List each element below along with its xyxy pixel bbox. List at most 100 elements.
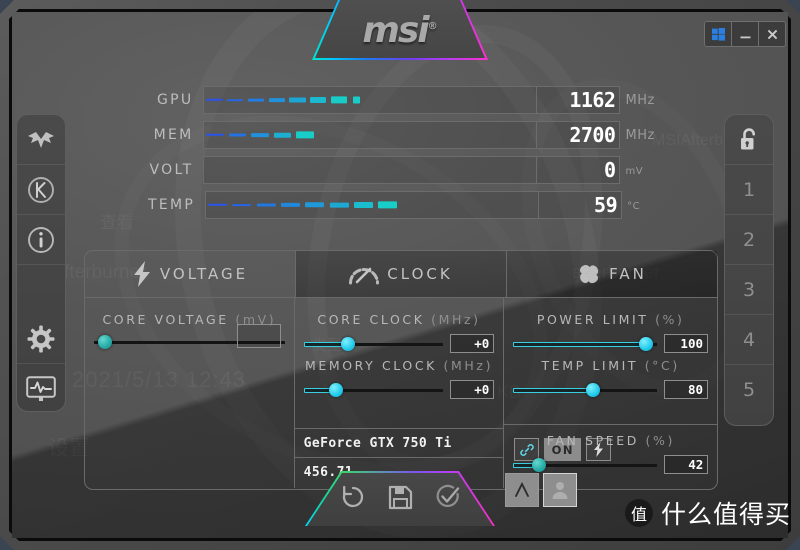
temp-limit-value-box[interactable]: 80 (664, 380, 708, 399)
fan-speed-value-box[interactable]: 42 (664, 455, 709, 474)
sidebar-item-info[interactable] (17, 215, 65, 265)
tab-voltage[interactable]: VOLTAGE (85, 251, 296, 297)
fan-user-button[interactable] (543, 473, 577, 507)
sidebar-item-kombustor[interactable] (17, 165, 65, 215)
profile-slot-3[interactable]: 3 (725, 265, 773, 315)
monitor-label: MEM (153, 127, 194, 143)
bar-segment (329, 202, 349, 208)
fan-icon (580, 264, 599, 284)
core-voltage-value-box[interactable] (236, 324, 281, 348)
bottom-toolbar-icons (306, 484, 494, 515)
memory-clock-slider-row: +0 (295, 380, 504, 399)
bar-segment (305, 202, 325, 208)
core-clock-slider[interactable] (303, 336, 444, 352)
power-limit-control: POWER LIMIT (%) 100 (504, 312, 717, 353)
memory-clock-control: MEMORY CLOCK (MHz) +0 (295, 358, 504, 399)
reset-button[interactable] (340, 484, 366, 515)
gpu-bar (203, 86, 538, 114)
tab-label: CLOCK (387, 265, 453, 283)
bar-segment (247, 98, 265, 102)
watermark-text: 什么值得买 (661, 500, 792, 529)
temp-unit: °C (627, 200, 641, 212)
settings-gear-icon (27, 325, 55, 352)
core-clock-slider-row: +0 (295, 334, 504, 353)
monitor-row-volt: VOLT 0 mV (148, 156, 660, 184)
auto-letter-icon (515, 481, 529, 497)
bar-segment (289, 97, 306, 103)
volt-bar (203, 156, 538, 184)
bar-segment (296, 131, 314, 139)
bar-segment (273, 132, 292, 138)
memory-clock-label: MEMORY CLOCK (MHz) (304, 358, 494, 373)
temp-limit-label: TEMP LIMIT (°C) (541, 358, 680, 373)
monitor-label: GPU (157, 92, 194, 108)
monitor-row-temp: TEMP 59 °C (148, 191, 660, 219)
profile-slot-1[interactable]: 1 (725, 165, 773, 215)
sidebar-item-monitor[interactable] (17, 364, 65, 413)
power-limit-slider-row: 100 (504, 334, 717, 353)
fan-mode-buttons (505, 473, 577, 507)
memory-clock-value-box[interactable]: +0 (450, 380, 495, 399)
temp-limit-value: 80 (687, 382, 703, 397)
profile-lock-button[interactable] (725, 115, 773, 165)
profile-slot-4[interactable]: 4 (725, 315, 773, 365)
power-limit-value: 100 (680, 336, 703, 351)
monitor-row-gpu: GPU 1162 MHz (148, 86, 660, 114)
control-columns: CORE VOLTAGE (mV) CORE CLOCK (MHz) +0 ME… (85, 298, 718, 488)
bar-segment (256, 203, 276, 207)
sidebar-item-msi-dragon[interactable] (17, 115, 65, 165)
core-clock-control: CORE CLOCK (MHz) +0 (295, 312, 504, 353)
save-button[interactable] (388, 485, 413, 515)
watermark-badge: 值 (625, 499, 653, 527)
core-clock-value: +0 (474, 336, 490, 351)
left-sidebar (16, 114, 66, 412)
apply-button[interactable] (435, 484, 461, 515)
bar-segment (352, 96, 360, 104)
gauge-icon (349, 267, 380, 285)
slider-knob[interactable] (97, 335, 112, 349)
temp-limit-slider-row: 80 (504, 380, 717, 399)
bar-segment (206, 99, 223, 101)
kombustor-k-icon (28, 176, 54, 203)
msi-dragon-icon (28, 131, 54, 148)
fan-auto-button[interactable] (505, 473, 539, 507)
monitoring-panel: GPU 1162 MHz MEM 2700 MHz VOLT 0 mV TEMP… (148, 86, 660, 226)
bar-segment (354, 201, 374, 209)
person-icon (552, 482, 568, 499)
windows-logo-button[interactable] (705, 22, 732, 46)
lightning-icon (133, 261, 150, 287)
unlock-icon (741, 127, 755, 149)
sidebar-item-settings[interactable] (17, 314, 65, 364)
memory-clock-slider[interactable] (303, 382, 444, 398)
tab-bar: VOLTAGE CLOCK FAN (85, 251, 717, 297)
power-limit-slider[interactable] (513, 336, 657, 352)
close-button[interactable] (759, 22, 785, 46)
slider-knob[interactable] (639, 336, 654, 351)
core-clock-value-box[interactable]: +0 (450, 334, 495, 353)
bar-segment (208, 204, 228, 206)
bar-segment (228, 133, 247, 137)
monitor-row-mem: MEM 2700 MHz (148, 121, 660, 149)
gpu-name: GeForce GTX 750 Ti (294, 428, 504, 457)
tab-clock[interactable]: CLOCK (296, 251, 507, 297)
monitor-label: TEMP (148, 197, 196, 213)
power-limit-value-box[interactable]: 100 (664, 334, 708, 353)
slider-knob[interactable] (341, 336, 356, 351)
slider-knob[interactable] (585, 382, 600, 397)
window-controls (704, 21, 786, 47)
minimize-button[interactable] (732, 22, 759, 46)
temp-limit-slider[interactable] (513, 382, 657, 398)
profile-slot-2[interactable]: 2 (725, 215, 773, 265)
volt-unit: mV (625, 165, 644, 177)
slider-knob[interactable] (531, 457, 546, 472)
tab-fan[interactable]: FAN (507, 251, 717, 297)
mem-unit: MHz (625, 127, 655, 143)
fan-speed-value: 42 (688, 457, 704, 472)
profile-slot-5[interactable]: 5 (725, 365, 773, 414)
temp-bar (205, 191, 540, 219)
slider-knob[interactable] (328, 382, 343, 397)
bar-segment (232, 203, 252, 207)
fan-speed-slider[interactable] (513, 457, 658, 473)
fan-speed-control: FAN SPEED (%) 42 (504, 424, 718, 474)
